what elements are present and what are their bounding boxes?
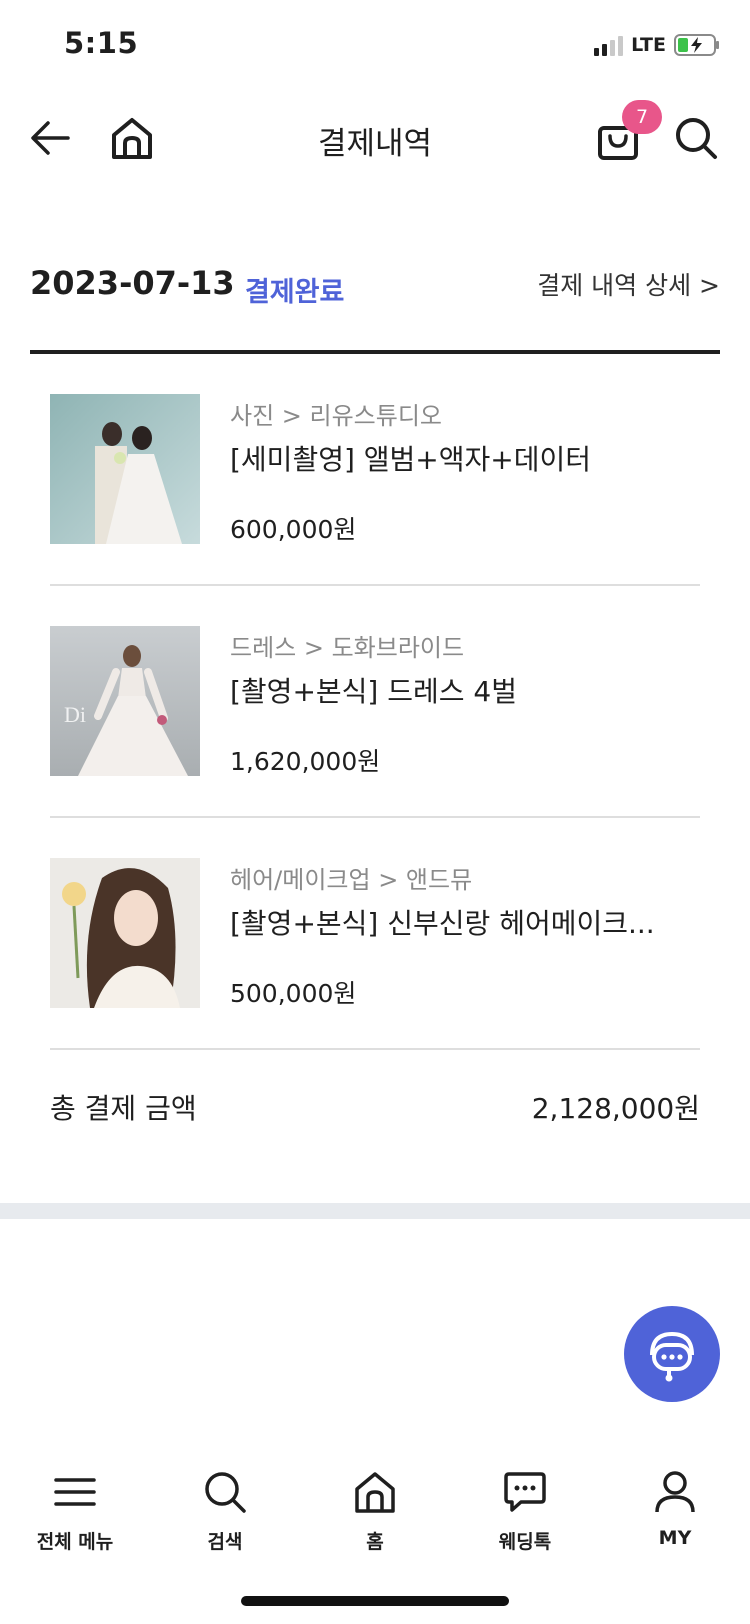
nav-home[interactable]: 홈 <box>315 1467 435 1567</box>
customer-support-button[interactable] <box>624 1306 720 1402</box>
headset-chat-icon <box>650 1331 694 1382</box>
item-category: 헤어/메이크업 > 앤드뮤 <box>230 866 473 894</box>
bottom-navigation: 전체 메뉴 검색 홈 웨딩톡 MY <box>0 1455 750 1575</box>
item-name: [촬영+본식] 신부신랑 헤어메이크... <box>230 907 655 940</box>
order-item[interactable]: 사진 > 리유스튜디오 [세미촬영] 앨범+액자+데이터 600,000원 <box>50 394 700 626</box>
home-icon <box>355 1472 395 1513</box>
order-detail-link[interactable]: 결제 내역 상세 > <box>537 266 720 302</box>
item-category: 드레스 > 도화브라이드 <box>230 634 465 662</box>
nav-label: MY <box>658 1527 692 1549</box>
battery-icon <box>674 34 719 56</box>
nav-all-menu[interactable]: 전체 메뉴 <box>15 1467 135 1567</box>
item-thumbnail <box>50 858 200 1008</box>
item-name: [촬영+본식] 드레스 4벌 <box>230 675 518 708</box>
nav-wedding-talk[interactable]: 웨딩톡 <box>465 1467 585 1567</box>
total-label: 총 결제 금액 <box>50 1092 197 1125</box>
nav-search[interactable]: 검색 <box>165 1467 285 1567</box>
nav-label: 웨딩톡 <box>498 1531 552 1553</box>
item-divider <box>50 816 700 818</box>
item-thumbnail: Di <box>50 626 200 776</box>
item-thumbnail <box>50 394 200 544</box>
chat-bubble-icon <box>504 1472 546 1512</box>
order-status-badge: 결제완료 <box>245 277 345 308</box>
nav-label: 검색 <box>207 1531 243 1553</box>
home-indicator[interactable] <box>241 1596 509 1606</box>
nav-my[interactable]: MY <box>615 1467 735 1567</box>
search-icon <box>676 118 717 159</box>
hamburger-menu-icon <box>54 1478 96 1506</box>
svg-text:Di: Di <box>64 702 86 727</box>
item-divider <box>50 1048 700 1050</box>
item-price: 1,620,000원 <box>230 747 381 776</box>
cart-count-badge: 7 <box>622 100 662 134</box>
total-amount: 2,128,000원 <box>531 1092 700 1125</box>
search-button[interactable] <box>668 110 724 166</box>
search-icon <box>205 1472 246 1513</box>
signal-icon <box>594 34 624 56</box>
item-price: 600,000원 <box>230 515 357 544</box>
item-name: [세미촬영] 앨범+액자+데이터 <box>230 443 592 476</box>
nav-label: 홈 <box>366 1531 384 1553</box>
status-indicators: LTE <box>594 32 720 58</box>
item-category: 사진 > 리유스튜디오 <box>230 402 443 430</box>
total-row: 총 결제 금액 2,128,000원 <box>50 1085 700 1129</box>
status-time: 5:15 <box>64 26 139 60</box>
order-divider <box>30 350 720 354</box>
section-divider <box>0 1203 750 1219</box>
order-item[interactable]: 헤어/메이크업 > 앤드뮤 [촬영+본식] 신부신랑 헤어메이크... 500,… <box>50 858 700 1090</box>
item-divider <box>50 584 700 586</box>
status-bar: 5:15 LTE <box>0 0 750 90</box>
item-price: 500,000원 <box>230 979 357 1008</box>
nav-label: 전체 메뉴 <box>36 1531 114 1553</box>
network-label: LTE <box>631 34 666 56</box>
user-icon <box>655 1471 695 1513</box>
order-date: 2023-07-13 <box>30 264 235 302</box>
order-item[interactable]: Di 드레스 > 도화브라이드 [촬영+본식] 드레스 4벌 1,620,000… <box>50 626 700 858</box>
order-header: 2023-07-13 결제완료 결제 내역 상세 > <box>30 258 720 318</box>
